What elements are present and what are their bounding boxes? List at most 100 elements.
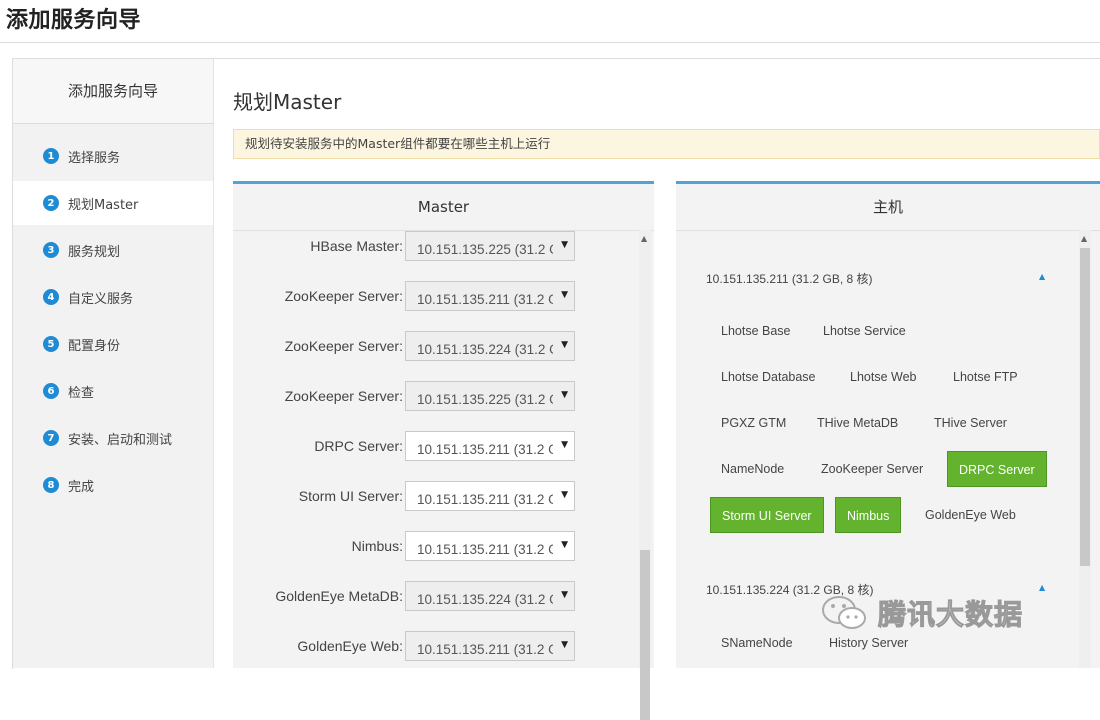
master-component-label: GoldenEye Web: <box>297 638 403 654</box>
host-select[interactable]: 10.151.135.225 (31.2 GB, 8 核) ▼ <box>405 381 575 411</box>
host-select[interactable]: 10.151.135.211 (31.2 GB, 8 核) ▼ <box>405 281 575 311</box>
step-number-badge: 6 <box>43 383 59 399</box>
component-tag-selected[interactable]: Storm UI Server <box>710 497 824 533</box>
host-select[interactable]: 10.151.135.211 (31.2 GB, 8 核) ▼ <box>405 631 575 661</box>
host-select-value: 10.151.135.225 (31.2 GB, 8 核) <box>417 392 553 407</box>
step-finish[interactable]: 8 完成 <box>13 463 213 507</box>
dropdown-caret-icon: ▼ <box>561 540 568 550</box>
step-number-badge: 1 <box>43 148 59 164</box>
host-select-value: 10.151.135.211 (31.2 GB, 8 核) <box>417 542 553 557</box>
master-row: ZooKeeper Server: 10.151.135.225 (31.2 G… <box>233 381 633 413</box>
step-number-badge: 3 <box>43 242 59 258</box>
master-row: GoldenEye Web: 10.151.135.211 (31.2 GB, … <box>233 631 633 663</box>
step-number-badge: 2 <box>43 195 59 211</box>
dropdown-caret-icon: ▼ <box>561 640 568 650</box>
scroll-thumb[interactable] <box>1080 248 1090 566</box>
master-row: HBase Master: 10.151.135.225 (31.2 GB, 8… <box>233 231 633 263</box>
master-row: Storm UI Server: 10.151.135.211 (31.2 GB… <box>233 481 633 513</box>
component-tag-selected[interactable]: DRPC Server <box>947 451 1047 487</box>
step-plan-master[interactable]: 2 规划Master <box>13 181 213 225</box>
dropdown-caret-icon: ▼ <box>561 340 568 350</box>
master-component-label: DRPC Server: <box>314 438 403 454</box>
host-select-value: 10.151.135.225 (31.2 GB, 8 核) <box>417 242 553 257</box>
component-tag[interactable]: Lhotse Web <box>839 359 927 395</box>
host-select[interactable]: 10.151.135.211 (31.2 GB, 8 核) ▼ <box>405 531 575 561</box>
step-configure-identity[interactable]: 5 配置身份 <box>13 322 213 366</box>
host-select-value: 10.151.135.224 (31.2 GB, 8 核) <box>417 342 553 357</box>
host-name: 10.151.135.211 (31.2 GB, 8 核) <box>706 272 873 286</box>
wechat-logo-icon <box>822 596 866 629</box>
master-row: GoldenEye MetaDB: 10.151.135.224 (31.2 G… <box>233 581 633 613</box>
step-select-services[interactable]: 1 选择服务 <box>13 134 213 178</box>
master-row: ZooKeeper Server: 10.151.135.211 (31.2 G… <box>233 281 633 313</box>
component-tag[interactable]: Lhotse FTP <box>942 359 1029 395</box>
host-select[interactable]: 10.151.135.224 (31.2 GB, 8 核) ▼ <box>405 331 575 361</box>
step-label: 自定义服务 <box>68 291 134 307</box>
dropdown-caret-icon: ▼ <box>561 440 568 450</box>
component-tag[interactable]: THive MetaDB <box>806 405 909 441</box>
host-select-value: 10.151.135.224 (31.2 GB, 8 核) <box>417 592 553 607</box>
step-service-plan[interactable]: 3 服务规划 <box>13 228 213 272</box>
host-select-value: 10.151.135.211 (31.2 GB, 8 核) <box>417 292 553 307</box>
master-component-label: GoldenEye MetaDB: <box>275 588 403 604</box>
host-select[interactable]: 10.151.135.225 (31.2 GB, 8 核) ▼ <box>405 231 575 261</box>
master-component-label: Nimbus: <box>351 538 403 554</box>
dropdown-caret-icon: ▼ <box>561 490 568 500</box>
step-number-badge: 5 <box>43 336 59 352</box>
component-tag[interactable]: Lhotse Base <box>710 313 802 349</box>
step-review[interactable]: 6 检查 <box>13 369 213 413</box>
master-row: Nimbus: 10.151.135.211 (31.2 GB, 8 核) ▼ <box>233 531 633 563</box>
dropdown-caret-icon: ▼ <box>561 290 568 300</box>
master-row: ZooKeeper Server: 10.151.135.224 (31.2 G… <box>233 331 633 363</box>
collapse-arrow-icon[interactable]: ▲ <box>1039 272 1045 281</box>
host-select-value: 10.151.135.211 (31.2 GB, 8 核) <box>417 642 553 657</box>
component-tag[interactable]: SNameNode <box>710 625 804 661</box>
host-select[interactable]: 10.151.135.211 (31.2 GB, 8 核) ▼ <box>405 481 575 511</box>
step-install-start-test[interactable]: 7 安装、启动和测试 <box>13 416 213 460</box>
watermark-text: 腾讯大数据 <box>877 598 1024 632</box>
scroll-thumb[interactable] <box>640 550 650 720</box>
page-title: 添加服务向导 <box>6 8 142 33</box>
step-label: 规划Master <box>68 197 139 213</box>
component-tag[interactable]: PGXZ GTM <box>710 405 797 441</box>
component-tag[interactable]: NameNode <box>710 451 795 487</box>
wizard-sidebar: 添加服务向导 1 选择服务 2 规划Master 3 服务规划 4 自定义服务 … <box>13 59 214 668</box>
step-number-badge: 8 <box>43 477 59 493</box>
step-number-badge: 4 <box>43 289 59 305</box>
master-row: DRPC Server: 10.151.135.211 (31.2 GB, 8 … <box>233 431 633 463</box>
dropdown-caret-icon: ▼ <box>561 390 568 400</box>
master-component-label: ZooKeeper Server: <box>284 288 403 304</box>
sidebar-header: 添加服务向导 <box>13 59 213 124</box>
host-select[interactable]: 10.151.135.211 (31.2 GB, 8 核) ▼ <box>405 431 575 461</box>
step-label: 选择服务 <box>68 150 121 166</box>
dropdown-caret-icon: ▼ <box>561 240 568 250</box>
scroll-up-arrow-icon[interactable]: ▲ <box>1081 234 1087 243</box>
header-divider <box>0 42 1100 43</box>
section-title: 规划Master <box>233 90 342 114</box>
wechat-watermark: 腾讯大数据 <box>820 590 1090 636</box>
component-tag[interactable]: GoldenEye Web <box>914 497 1027 533</box>
step-label: 安装、启动和测试 <box>68 432 173 448</box>
component-tag-selected[interactable]: Nimbus <box>835 497 902 533</box>
master-component-label: Storm UI Server: <box>298 488 403 504</box>
master-component-label: ZooKeeper Server: <box>284 338 403 354</box>
component-tag[interactable]: THive Server <box>923 405 1018 441</box>
master-component-label: ZooKeeper Server: <box>284 388 403 404</box>
host-panel-header: 主机 <box>676 184 1100 231</box>
master-scrollbar[interactable]: ▲ <box>639 230 651 720</box>
host-select-value: 10.151.135.211 (31.2 GB, 8 核) <box>417 492 553 507</box>
master-panel: Master HBase Master: 10.151.135.225 (31.… <box>233 181 654 720</box>
step-customize-services[interactable]: 4 自定义服务 <box>13 275 213 319</box>
step-number-badge: 7 <box>43 430 59 446</box>
step-label: 检查 <box>68 385 95 401</box>
component-tag[interactable]: Lhotse Database <box>710 359 827 395</box>
step-label: 完成 <box>68 479 95 495</box>
info-notice: 规划待安装服务中的Master组件都要在哪些主机上运行 <box>233 129 1100 159</box>
master-panel-header: Master <box>233 184 654 231</box>
component-tag[interactable]: Lhotse Service <box>812 313 917 349</box>
master-component-label: HBase Master: <box>310 238 403 254</box>
component-tag[interactable]: ZooKeeper Server <box>810 451 934 487</box>
host-select[interactable]: 10.151.135.224 (31.2 GB, 8 核) ▼ <box>405 581 575 611</box>
dropdown-caret-icon: ▼ <box>561 590 568 600</box>
scroll-up-arrow-icon[interactable]: ▲ <box>641 234 647 243</box>
